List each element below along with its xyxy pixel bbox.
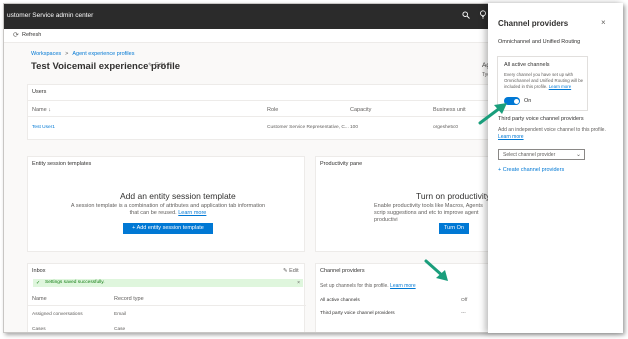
channel-providers-card: Channel providers Set up channels for th… xyxy=(315,263,495,332)
inbox-row-type: Email xyxy=(114,312,126,317)
breadcrumb: Workspaces > Agent experience profiles xyxy=(31,51,134,57)
annotation-arrow xyxy=(478,103,507,125)
third-party-description-text: Add an independent voice channel to this… xyxy=(498,127,606,133)
users-card: Users Name ↓ Role Capacity Business unit… xyxy=(27,84,498,140)
select-placeholder: Select channel provider xyxy=(503,152,556,158)
box-description-text: Every channel you have set up with Omnic… xyxy=(504,72,584,89)
entity-card-title: Entity session templates xyxy=(32,161,92,167)
channel-card-description: Set up channels for this profile. Learn … xyxy=(320,283,416,289)
box-title: All active channels xyxy=(504,62,550,68)
channel-card-description-text: Set up channels for this profile. xyxy=(320,283,389,289)
divider xyxy=(28,305,306,306)
column-header-capacity[interactable]: Capacity xyxy=(350,107,371,113)
pencil-icon: ✎ xyxy=(148,63,154,69)
inbox-card: Inbox ✎ Edit ✓ Settings saved successful… xyxy=(27,263,306,332)
entity-learn-more-link[interactable]: Learn more xyxy=(178,210,206,216)
divider xyxy=(28,116,498,117)
inbox-row-name: Cases xyxy=(32,327,46,332)
all-active-channels-value: Off xyxy=(461,298,468,303)
inbox-row-name: Assigned conversations xyxy=(32,312,83,317)
productivity-card-title: Productivity pane xyxy=(320,161,363,167)
divider xyxy=(28,100,498,101)
toggle-label: On xyxy=(524,98,532,104)
inbox-edit-button[interactable]: ✎ Edit xyxy=(283,268,299,274)
user-name-link[interactable]: Test User1 xyxy=(32,125,55,130)
search-icon[interactable] xyxy=(460,10,472,22)
breadcrumb-separator: > xyxy=(65,51,69,57)
panel-title: Channel providers xyxy=(498,19,569,28)
inbox-edit-label: Edit xyxy=(289,268,299,274)
success-banner: ✓ Settings saved successfully. × xyxy=(33,279,303,287)
annotation-arrow xyxy=(424,259,448,281)
third-party-heading: Third party voice channel providers xyxy=(498,116,584,122)
inbox-column-record-type[interactable]: Record type xyxy=(114,296,144,302)
edit-title-label: Edit xyxy=(154,63,166,69)
entity-card-description-text: A session template is a combination of a… xyxy=(70,203,266,216)
close-icon[interactable]: × xyxy=(601,18,606,27)
productivity-card-description: Enable productivity tools like Macros, A… xyxy=(374,203,483,223)
channel-provider-select[interactable]: Select channel provider ⌄ xyxy=(498,149,585,160)
refresh-button[interactable]: Refresh xyxy=(22,32,41,38)
productivity-pane-card: Productivity pane Turn on productivity p… xyxy=(315,156,512,252)
entity-card-description: A session template is a combination of a… xyxy=(68,203,268,217)
turn-on-button[interactable]: Turn On xyxy=(439,223,469,234)
entity-session-templates-card: Entity session templates Add an entity s… xyxy=(27,156,305,252)
inbox-row-type: Case xyxy=(114,327,126,332)
box-learn-more-link[interactable]: Learn more xyxy=(549,84,571,89)
breadcrumb-workspaces[interactable]: Workspaces xyxy=(31,51,61,57)
pencil-icon: ✎ xyxy=(283,268,288,274)
panel-subheading: Omnichannel and Unified Routing xyxy=(498,39,581,45)
box-description: Every channel you have set up with Omnic… xyxy=(504,72,586,90)
channel-learn-more-link[interactable]: Learn more xyxy=(390,283,416,289)
third-party-label: Third party voice channel providers xyxy=(320,311,395,316)
third-party-learn-more-link[interactable]: Learn more xyxy=(498,134,524,140)
create-channel-providers-link[interactable]: + Create channel providers xyxy=(498,167,564,173)
third-party-description: Add an independent voice channel to this… xyxy=(498,127,613,140)
breadcrumb-agent-experience-profiles[interactable]: Agent experience profiles xyxy=(72,51,134,57)
users-card-title: Users xyxy=(32,89,47,95)
edit-title-button[interactable]: ✎ Edit xyxy=(148,62,165,69)
user-business-unit: orgeshe5c0 xyxy=(433,125,459,130)
user-role: Customer Service Representative, C... xyxy=(267,125,349,130)
column-header-business-unit[interactable]: Business unit xyxy=(433,107,466,113)
user-capacity: 100 xyxy=(350,125,359,130)
inbox-card-title: Inbox xyxy=(32,268,46,274)
refresh-icon[interactable]: ⟳ xyxy=(13,31,19,39)
add-entity-session-template-button[interactable]: + Add entity session template xyxy=(123,223,213,234)
app-title: ustomer Service admin center xyxy=(7,12,94,19)
channel-providers-panel: Channel providers × Omnichannel and Unif… xyxy=(488,3,623,333)
column-header-name[interactable]: Name ↓ xyxy=(32,107,51,113)
success-banner-text: Settings saved successfully. xyxy=(45,280,105,285)
create-channel-providers-label: Create channel providers xyxy=(502,167,565,173)
column-header-role[interactable]: Role xyxy=(267,107,278,113)
entity-card-heading: Add an entity session template xyxy=(120,191,236,201)
third-party-value: --- xyxy=(461,311,466,316)
plus-icon: + xyxy=(498,167,502,173)
inbox-column-name[interactable]: Name xyxy=(32,296,47,302)
channel-card-title: Channel providers xyxy=(320,268,365,274)
all-active-channels-box: All active channels Every channel you ha… xyxy=(497,56,588,111)
close-icon[interactable]: × xyxy=(297,279,300,287)
all-active-channels-label: All active channels xyxy=(320,298,360,303)
checkmark-icon: ✓ xyxy=(36,280,41,286)
chevron-down-icon: ⌄ xyxy=(575,152,581,158)
